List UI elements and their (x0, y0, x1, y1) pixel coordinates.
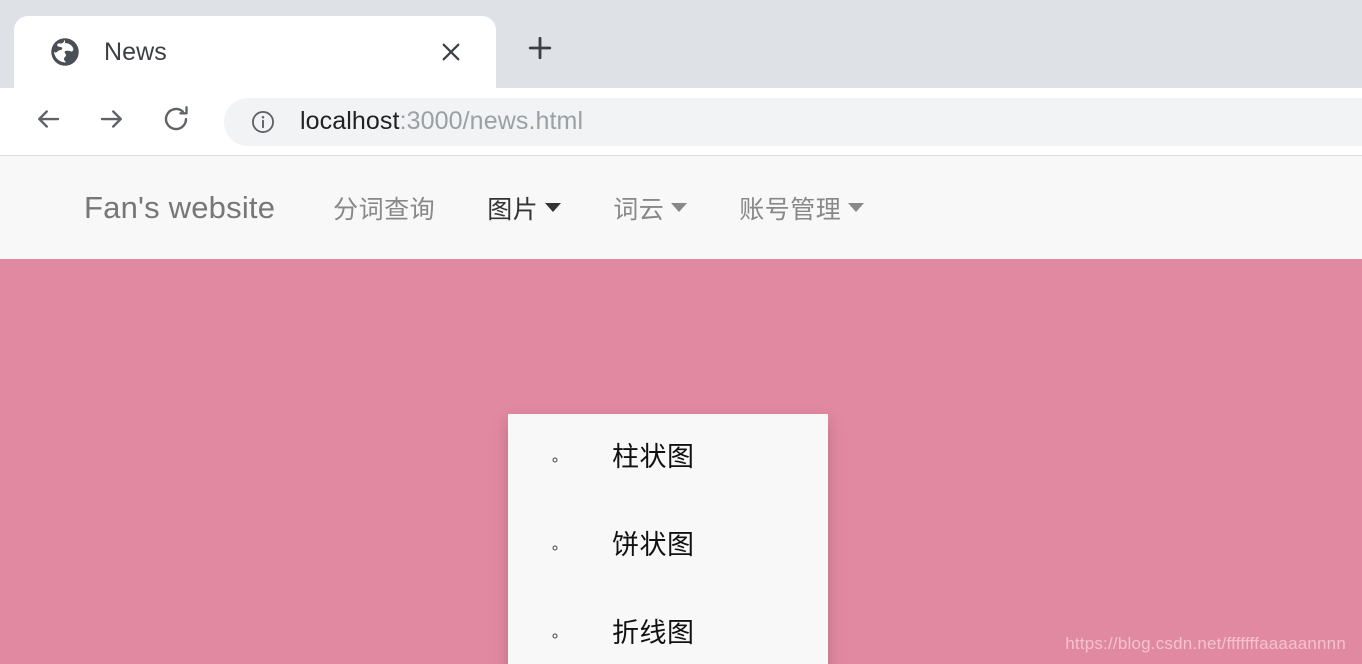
nav-item-ciyun[interactable]: 词云 (613, 190, 688, 226)
url-text: localhost:3000/news.html (300, 107, 583, 136)
reload-icon (161, 104, 191, 139)
globe-icon (50, 37, 80, 67)
dropdown-list: 柱状图 饼状图 折线图 (508, 442, 828, 664)
browser-toolbar: localhost:3000/news.html (0, 88, 1362, 156)
arrow-right-icon (97, 104, 127, 139)
url-host: localhost (300, 107, 400, 135)
close-icon[interactable] (428, 29, 474, 75)
nav-item-fenci[interactable]: 分词查询 (333, 190, 435, 226)
address-bar[interactable]: localhost:3000/news.html (224, 97, 1362, 146)
plus-icon (527, 35, 553, 66)
browser-window: News localhost:3000/news.html Fan's webs… (0, 0, 1362, 664)
nav-item-label: 账号管理 (739, 195, 842, 224)
url-path: :3000/news.html (399, 107, 584, 135)
dropdown-item-pie-chart[interactable]: 饼状图 (568, 530, 828, 618)
back-button[interactable] (26, 100, 70, 144)
chevron-down-icon (848, 203, 865, 212)
nav-item-label: 分词查询 (333, 195, 436, 224)
nav-item-label: 图片 (487, 195, 539, 224)
browser-tab-news[interactable]: News (14, 16, 496, 88)
page-viewport: Fan's website 分词查询 图片 词云 账号管理 柱状图 (0, 156, 1362, 664)
chevron-down-icon (545, 203, 562, 212)
reload-button[interactable] (154, 100, 198, 144)
site-brand[interactable]: Fan's website (84, 190, 275, 226)
info-circle-icon[interactable] (250, 109, 276, 135)
dropdown-menu-tupian: 柱状图 饼状图 折线图 (508, 414, 828, 664)
tab-strip: News (0, 0, 1362, 88)
dropdown-item-line-chart[interactable]: 折线图 (568, 618, 828, 664)
watermark: https://blog.csdn.net/fffffffaaaaannnn (1065, 634, 1346, 653)
site-navbar: Fan's website 分词查询 图片 词云 账号管理 (0, 156, 1362, 259)
dropdown-item-label: 折线图 (612, 618, 695, 648)
dropdown-item-label: 柱状图 (612, 442, 695, 472)
chevron-down-icon (671, 203, 688, 212)
forward-button[interactable] (90, 100, 134, 144)
arrow-left-icon (33, 104, 63, 139)
dropdown-item-bar-chart[interactable]: 柱状图 (568, 442, 828, 530)
dropdown-item-label: 饼状图 (612, 530, 695, 560)
nav-item-tupian[interactable]: 图片 (487, 190, 562, 226)
nav-item-label: 词云 (613, 195, 665, 224)
tab-title: News (104, 37, 167, 66)
nav-item-zhanghao-guanli[interactable]: 账号管理 (739, 190, 865, 226)
new-tab-button[interactable] (516, 26, 564, 74)
